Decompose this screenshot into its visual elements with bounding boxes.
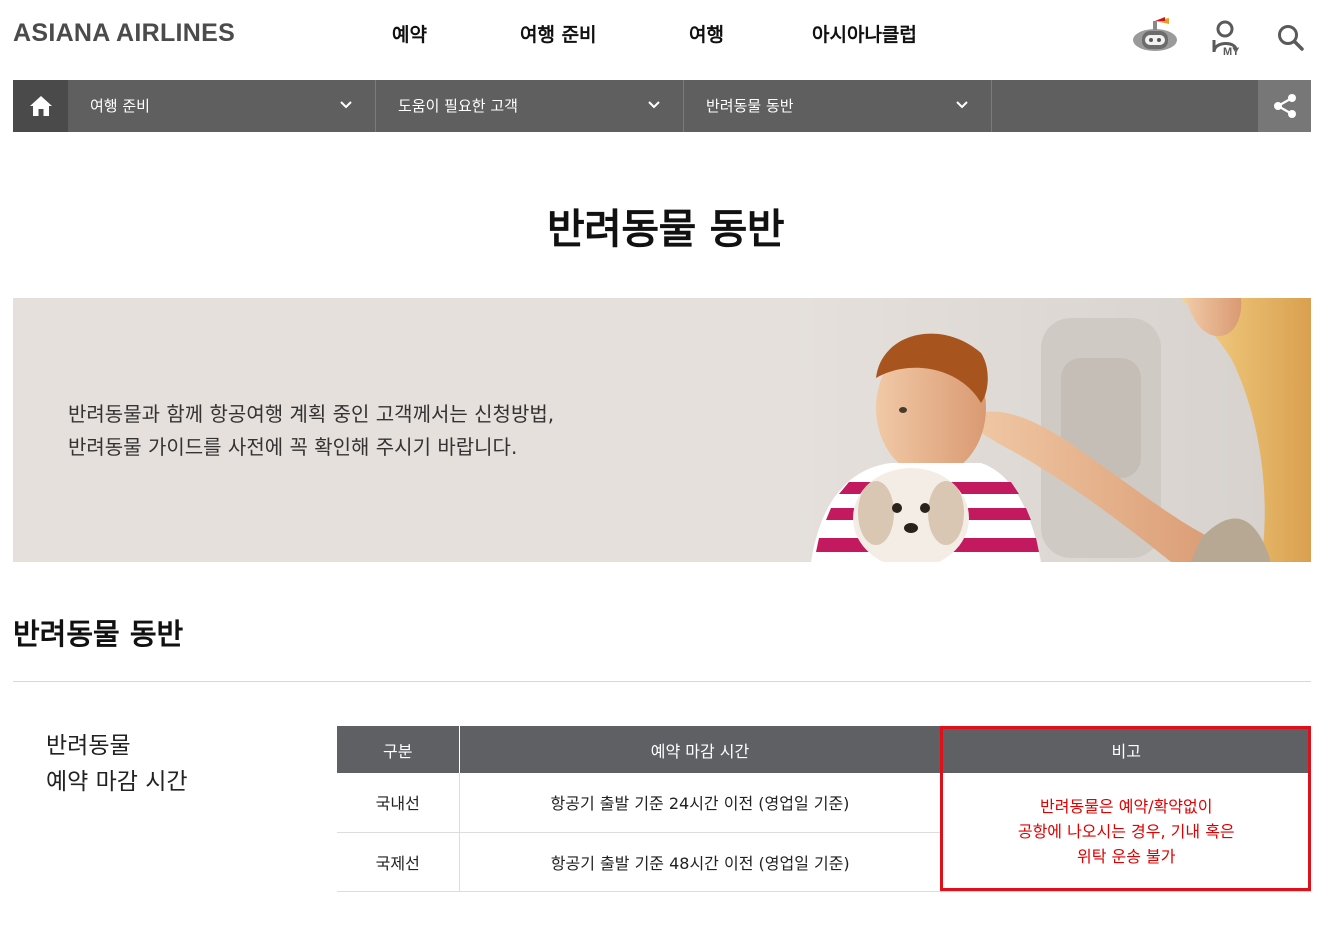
table-side-label: 반려동물 예약 마감 시간 xyxy=(46,728,188,800)
table-header-row: 구분 예약 마감 시간 비고 xyxy=(337,726,1311,773)
search-icon[interactable] xyxy=(1265,14,1317,62)
breadcrumb-travel-prep[interactable]: 여행 준비 xyxy=(68,80,376,132)
home-button[interactable] xyxy=(13,80,68,132)
note-cell: 반려동물은 예약/확약없이 공항에 나오시는 경우, 기내 혹은 위탁 운송 불… xyxy=(941,773,1311,892)
section-divider xyxy=(13,681,1311,682)
my-label: MY xyxy=(1223,46,1240,58)
site-header: ASIANA AIRLINES 예약 여행 준비 여행 아시아나클럽 MY xyxy=(0,0,1331,80)
chevron-down-icon xyxy=(956,101,968,109)
share-icon xyxy=(1273,94,1296,118)
header-deadline: 예약 마감 시간 xyxy=(459,726,942,773)
note-line-3: 위탁 운송 불가 xyxy=(1077,847,1176,867)
note-line-2: 공항에 나오시는 경우, 기내 혹은 xyxy=(1017,822,1235,842)
nav-travel-prep[interactable]: 여행 준비 xyxy=(520,20,597,50)
hero-banner: 반려동물과 함께 항공여행 계획 중인 고객께서는 신청방법, 반려동물 가이드… xyxy=(13,298,1311,562)
header-note: 비고 xyxy=(941,726,1311,773)
asiana-logo[interactable]: ASIANA AIRLINES xyxy=(13,19,235,48)
section-title: 반려동물 동반 xyxy=(13,617,184,651)
banner-illustration xyxy=(791,298,1311,562)
nav-asiana-club[interactable]: 아시아나클럽 xyxy=(812,20,917,50)
row-category: 국내선 xyxy=(337,773,460,833)
side-label-line-2: 예약 마감 시간 xyxy=(46,769,188,795)
chevron-down-icon xyxy=(648,101,660,109)
banner-line-2: 반려동물 가이드를 사전에 꼭 확인해 주시기 바랍니다. xyxy=(68,435,518,459)
side-label-line-1: 반려동물 xyxy=(46,733,131,759)
breadcrumb-pets[interactable]: 반려동물 동반 xyxy=(684,80,992,132)
banner-line-1: 반려동물과 함께 항공여행 계획 중인 고객께서는 신청방법, xyxy=(68,402,555,426)
breadcrumb-label: 반려동물 동반 xyxy=(706,97,794,115)
nav-reservation[interactable]: 예약 xyxy=(392,20,427,50)
row-deadline: 항공기 출발 기준 24시간 이전 (영업일 기준) xyxy=(459,773,942,833)
breadcrumb-label: 여행 준비 xyxy=(90,97,150,115)
note-line-1: 반려동물은 예약/확약없이 xyxy=(1040,797,1213,817)
my-page-icon[interactable]: MY xyxy=(1201,14,1253,62)
breadcrumb-label: 도움이 필요한 고객 xyxy=(398,97,518,115)
page-title: 반려동물 동반 xyxy=(546,205,785,253)
breadcrumb-bar: 여행 준비 도움이 필요한 고객 반려동물 동반 xyxy=(13,80,1311,132)
breadcrumb-assistance[interactable]: 도움이 필요한 고객 xyxy=(376,80,684,132)
home-icon xyxy=(29,96,52,116)
share-button[interactable] xyxy=(1258,80,1311,132)
chevron-down-icon xyxy=(340,101,352,109)
header-category: 구분 xyxy=(337,726,460,773)
chatbot-icon[interactable] xyxy=(1129,14,1181,62)
row-deadline: 항공기 출발 기준 48시간 이전 (영업일 기준) xyxy=(459,832,941,892)
booking-deadline-table: 구분 예약 마감 시간 비고 국내선 항공기 출발 기준 24시간 이전 (영업… xyxy=(337,726,1311,892)
row-category: 국제선 xyxy=(337,832,460,892)
banner-text: 반려동물과 함께 항공여행 계획 중인 고객께서는 신청방법, 반려동물 가이드… xyxy=(68,398,554,464)
nav-travel[interactable]: 여행 xyxy=(689,20,724,50)
table-row: 국내선 항공기 출발 기준 24시간 이전 (영업일 기준) 반려동물은 예약/… xyxy=(337,773,1311,892)
